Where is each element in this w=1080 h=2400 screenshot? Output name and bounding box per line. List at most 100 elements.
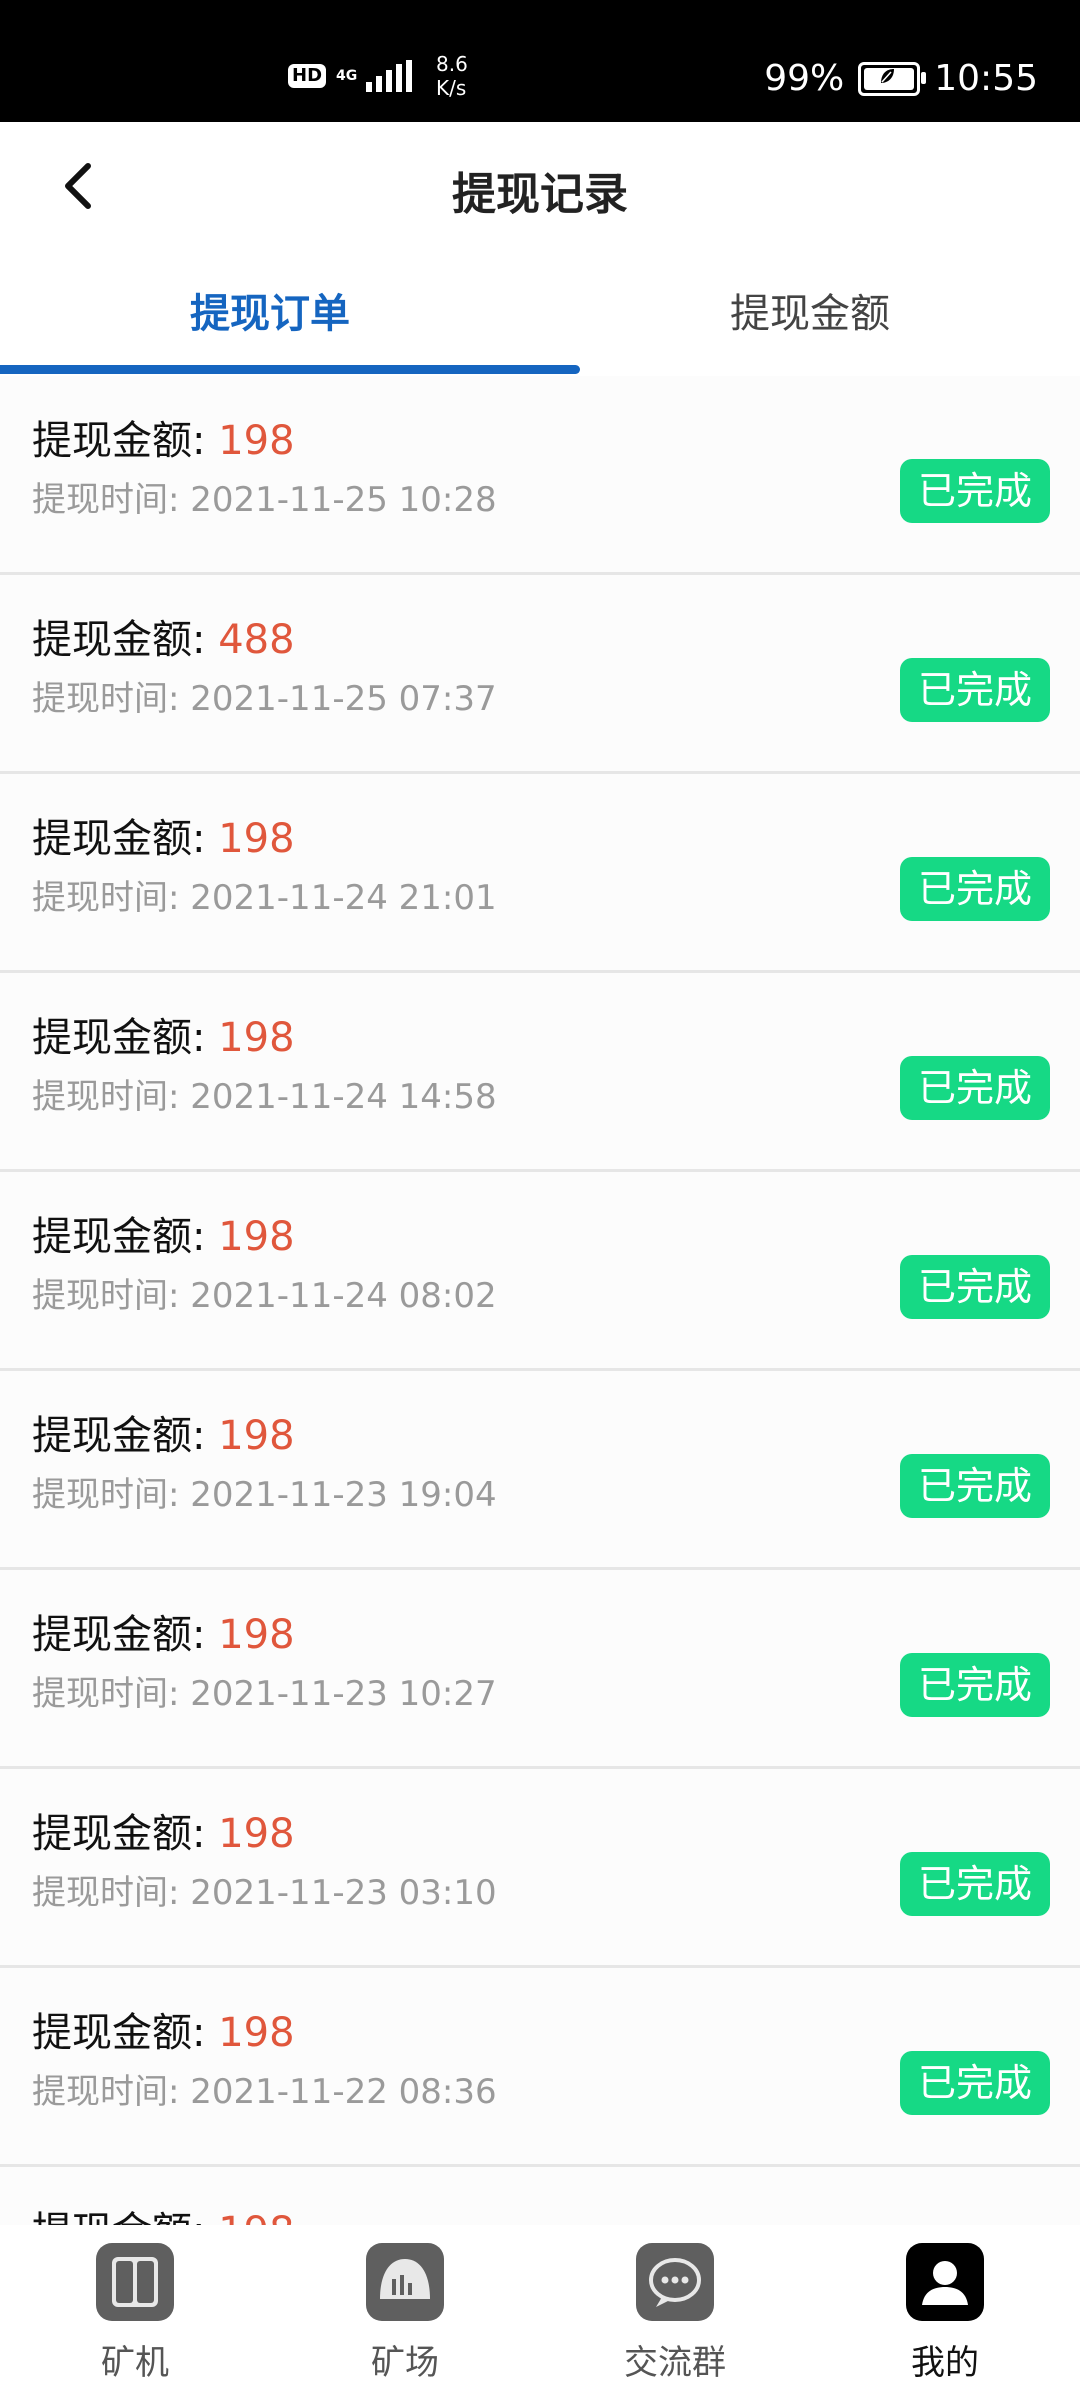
active-tab-indicator	[0, 365, 580, 374]
time-value: 2021-11-24 14:58	[190, 1077, 497, 1117]
status-badge: 已完成	[900, 1454, 1050, 1518]
network-type: 4G	[336, 68, 358, 84]
time-line: 提现时间: 2021-11-22 08:36	[32, 2064, 497, 2113]
amount-label: 提现金额:	[32, 816, 219, 862]
time-line: 提现时间: 2021-11-24 08:02	[32, 1268, 497, 1317]
time-value: 2021-11-24 21:01	[190, 878, 497, 918]
nav-label: 矿机	[101, 2343, 169, 2383]
time-value: 2021-11-25 10:28	[190, 480, 497, 520]
withdraw-record-list: 提现金额: 198 提现时间: 2021-11-25 10:28 已完成 提现金…	[0, 376, 1080, 2366]
status-badge: 已完成	[900, 1653, 1050, 1717]
tab-withdraw-amount[interactable]: 提现金额	[540, 281, 1080, 339]
time-label: 提现时间:	[32, 1276, 191, 1316]
time-line: 提现时间: 2021-11-23 19:04	[32, 1467, 497, 1516]
amount-value: 488	[218, 617, 295, 663]
amount-line: 提现金额: 198	[32, 1005, 295, 1063]
list-item[interactable]: 提现金额: 198 提现时间: 2021-11-24 14:58 已完成	[0, 973, 1080, 1172]
time-line: 提现时间: 2021-11-23 10:27	[32, 1666, 497, 1715]
power-saving-leaf-icon	[881, 68, 895, 83]
battery-icon	[858, 61, 927, 96]
amount-label: 提现金额:	[32, 418, 219, 464]
amount-label: 提现金额:	[32, 1214, 219, 1260]
amount-line: 提现金额: 198	[32, 1602, 295, 1660]
battery-percent: 99%	[764, 58, 845, 99]
amount-label: 提现金额:	[32, 1612, 219, 1658]
network-speed-value: 8.6	[436, 52, 468, 76]
amount-value: 198	[218, 1214, 295, 1260]
nav-label: 我的	[911, 2343, 979, 2383]
status-badge: 已完成	[900, 459, 1050, 523]
time-label: 提现时间:	[32, 1077, 191, 1117]
amount-value: 198	[218, 418, 295, 464]
mine-field-icon	[366, 2243, 444, 2321]
page-title: 提现记录	[452, 169, 628, 220]
status-right: 99% 10:55	[764, 58, 1038, 99]
amount-line: 提现金额: 198	[32, 1204, 295, 1262]
time-line: 提现时间: 2021-11-25 10:28	[32, 472, 497, 521]
amount-value: 198	[218, 2010, 295, 2056]
list-item[interactable]: 提现金额: 198 提现时间: 2021-11-23 03:10 已完成	[0, 1769, 1080, 1968]
amount-label: 提现金额:	[32, 1413, 219, 1459]
nav-item-mine-field[interactable]: 矿场	[270, 2225, 540, 2400]
network-speed: 8.6 K/s	[436, 52, 468, 100]
time-label: 提现时间:	[32, 679, 191, 719]
time-value: 2021-11-23 10:27	[190, 1674, 497, 1714]
amount-line: 提现金额: 198	[32, 1801, 295, 1859]
time-line: 提现时间: 2021-11-23 03:10	[32, 1865, 497, 1914]
network-speed-unit: K/s	[436, 76, 467, 100]
amount-line: 提现金额: 198	[32, 408, 295, 466]
amount-value: 198	[218, 1413, 295, 1459]
status-badge: 已完成	[900, 1056, 1050, 1120]
chat-group-icon	[636, 2243, 714, 2321]
time-value: 2021-11-23 19:04	[190, 1475, 497, 1515]
tab-bar: 提现订单 提现金额	[0, 246, 1080, 376]
nav-item-miner[interactable]: 矿机	[0, 2225, 270, 2400]
list-item[interactable]: 提现金额: 198 提现时间: 2021-11-24 08:02 已完成	[0, 1172, 1080, 1371]
list-item[interactable]: 提现金额: 198 提现时间: 2021-11-25 10:28 已完成	[0, 376, 1080, 575]
list-item[interactable]: 提现金额: 198 提现时间: 2021-11-22 08:36 已完成	[0, 1968, 1080, 2167]
time-value: 2021-11-24 08:02	[190, 1276, 497, 1316]
time-label: 提现时间:	[32, 480, 191, 520]
amount-value: 198	[218, 1015, 295, 1061]
amount-value: 198	[218, 1612, 295, 1658]
amount-label: 提现金额:	[32, 617, 219, 663]
list-item[interactable]: 提现金额: 198 提现时间: 2021-11-24 21:01 已完成	[0, 774, 1080, 973]
status-badge: 已完成	[900, 658, 1050, 722]
status-bar: HD 4G 8.6 K/s 99% 10:55	[0, 0, 1080, 122]
amount-line: 提现金额: 198	[32, 806, 295, 864]
time-line: 提现时间: 2021-11-25 07:37	[32, 671, 497, 720]
amount-line: 提现金额: 198	[32, 2000, 295, 2058]
amount-label: 提现金额:	[32, 1015, 219, 1061]
nav-item-profile[interactable]: 我的	[810, 2225, 1080, 2400]
amount-label: 提现金额:	[32, 2010, 219, 2056]
time-label: 提现时间:	[32, 1873, 191, 1913]
time-value: 2021-11-23 03:10	[190, 1873, 497, 1913]
amount-value: 198	[218, 816, 295, 862]
network-status: HD 4G 8.6 K/s	[288, 52, 468, 100]
time-label: 提现时间:	[32, 2072, 191, 2112]
time-line: 提现时间: 2021-11-24 14:58	[32, 1069, 497, 1118]
amount-value: 198	[218, 1811, 295, 1857]
time-label: 提现时间:	[32, 1475, 191, 1515]
time-label: 提现时间:	[32, 878, 191, 918]
clock: 10:55	[934, 58, 1038, 99]
time-value: 2021-11-22 08:36	[190, 2072, 497, 2112]
time-value: 2021-11-25 07:37	[190, 679, 497, 719]
time-line: 提现时间: 2021-11-24 21:01	[32, 870, 497, 919]
app-header: 提现记录	[0, 122, 1080, 246]
status-badge: 已完成	[900, 1852, 1050, 1916]
status-badge: 已完成	[900, 1255, 1050, 1319]
tab-withdraw-orders[interactable]: 提现订单	[0, 281, 540, 339]
hd-voice-badge: HD	[288, 64, 327, 88]
miner-icon	[96, 2243, 174, 2321]
status-badge: 已完成	[900, 857, 1050, 921]
list-item[interactable]: 提现金额: 198 提现时间: 2021-11-23 19:04 已完成	[0, 1371, 1080, 1570]
nav-label: 交流群	[624, 2343, 726, 2383]
list-item[interactable]: 提现金额: 488 提现时间: 2021-11-25 07:37 已完成	[0, 575, 1080, 774]
profile-icon	[906, 2243, 984, 2321]
signal-strength-icon	[366, 60, 413, 92]
time-label: 提现时间:	[32, 1674, 191, 1714]
list-item[interactable]: 提现金额: 198 提现时间: 2021-11-23 10:27 已完成	[0, 1570, 1080, 1769]
nav-item-chat-group[interactable]: 交流群	[540, 2225, 810, 2400]
status-badge: 已完成	[900, 2051, 1050, 2115]
